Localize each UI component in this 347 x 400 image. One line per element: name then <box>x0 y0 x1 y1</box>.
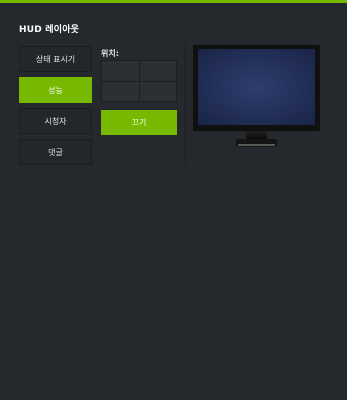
position-bottom-left[interactable] <box>102 81 139 101</box>
off-button-label: 끄기 <box>131 118 147 127</box>
monitor-icon <box>193 45 320 149</box>
menu-item-status-indicator[interactable]: 상태 표시기 <box>19 46 92 72</box>
panel-title: HUD 레이아웃 <box>19 25 80 35</box>
position-grid <box>101 60 177 102</box>
position-top-right[interactable] <box>139 61 176 81</box>
hud-menu: 상태 표시기 성능 시청자 댓글 <box>19 46 92 170</box>
position-bottom-right[interactable] <box>139 81 176 101</box>
divider <box>185 44 186 164</box>
position-top-left[interactable] <box>102 61 139 81</box>
menu-item-viewers[interactable]: 시청자 <box>19 108 92 134</box>
position-label: 위치: <box>101 49 119 58</box>
menu-item-label: 댓글 <box>48 147 63 157</box>
off-button[interactable]: 끄기 <box>101 110 177 135</box>
menu-item-comments[interactable]: 댓글 <box>19 139 92 165</box>
menu-item-label: 시청자 <box>44 116 67 126</box>
menu-item-performance[interactable]: 성능 <box>19 77 92 103</box>
menu-item-label: 성능 <box>48 85 63 95</box>
menu-item-label: 상태 표시기 <box>35 54 76 64</box>
top-accent-bar <box>0 0 347 3</box>
